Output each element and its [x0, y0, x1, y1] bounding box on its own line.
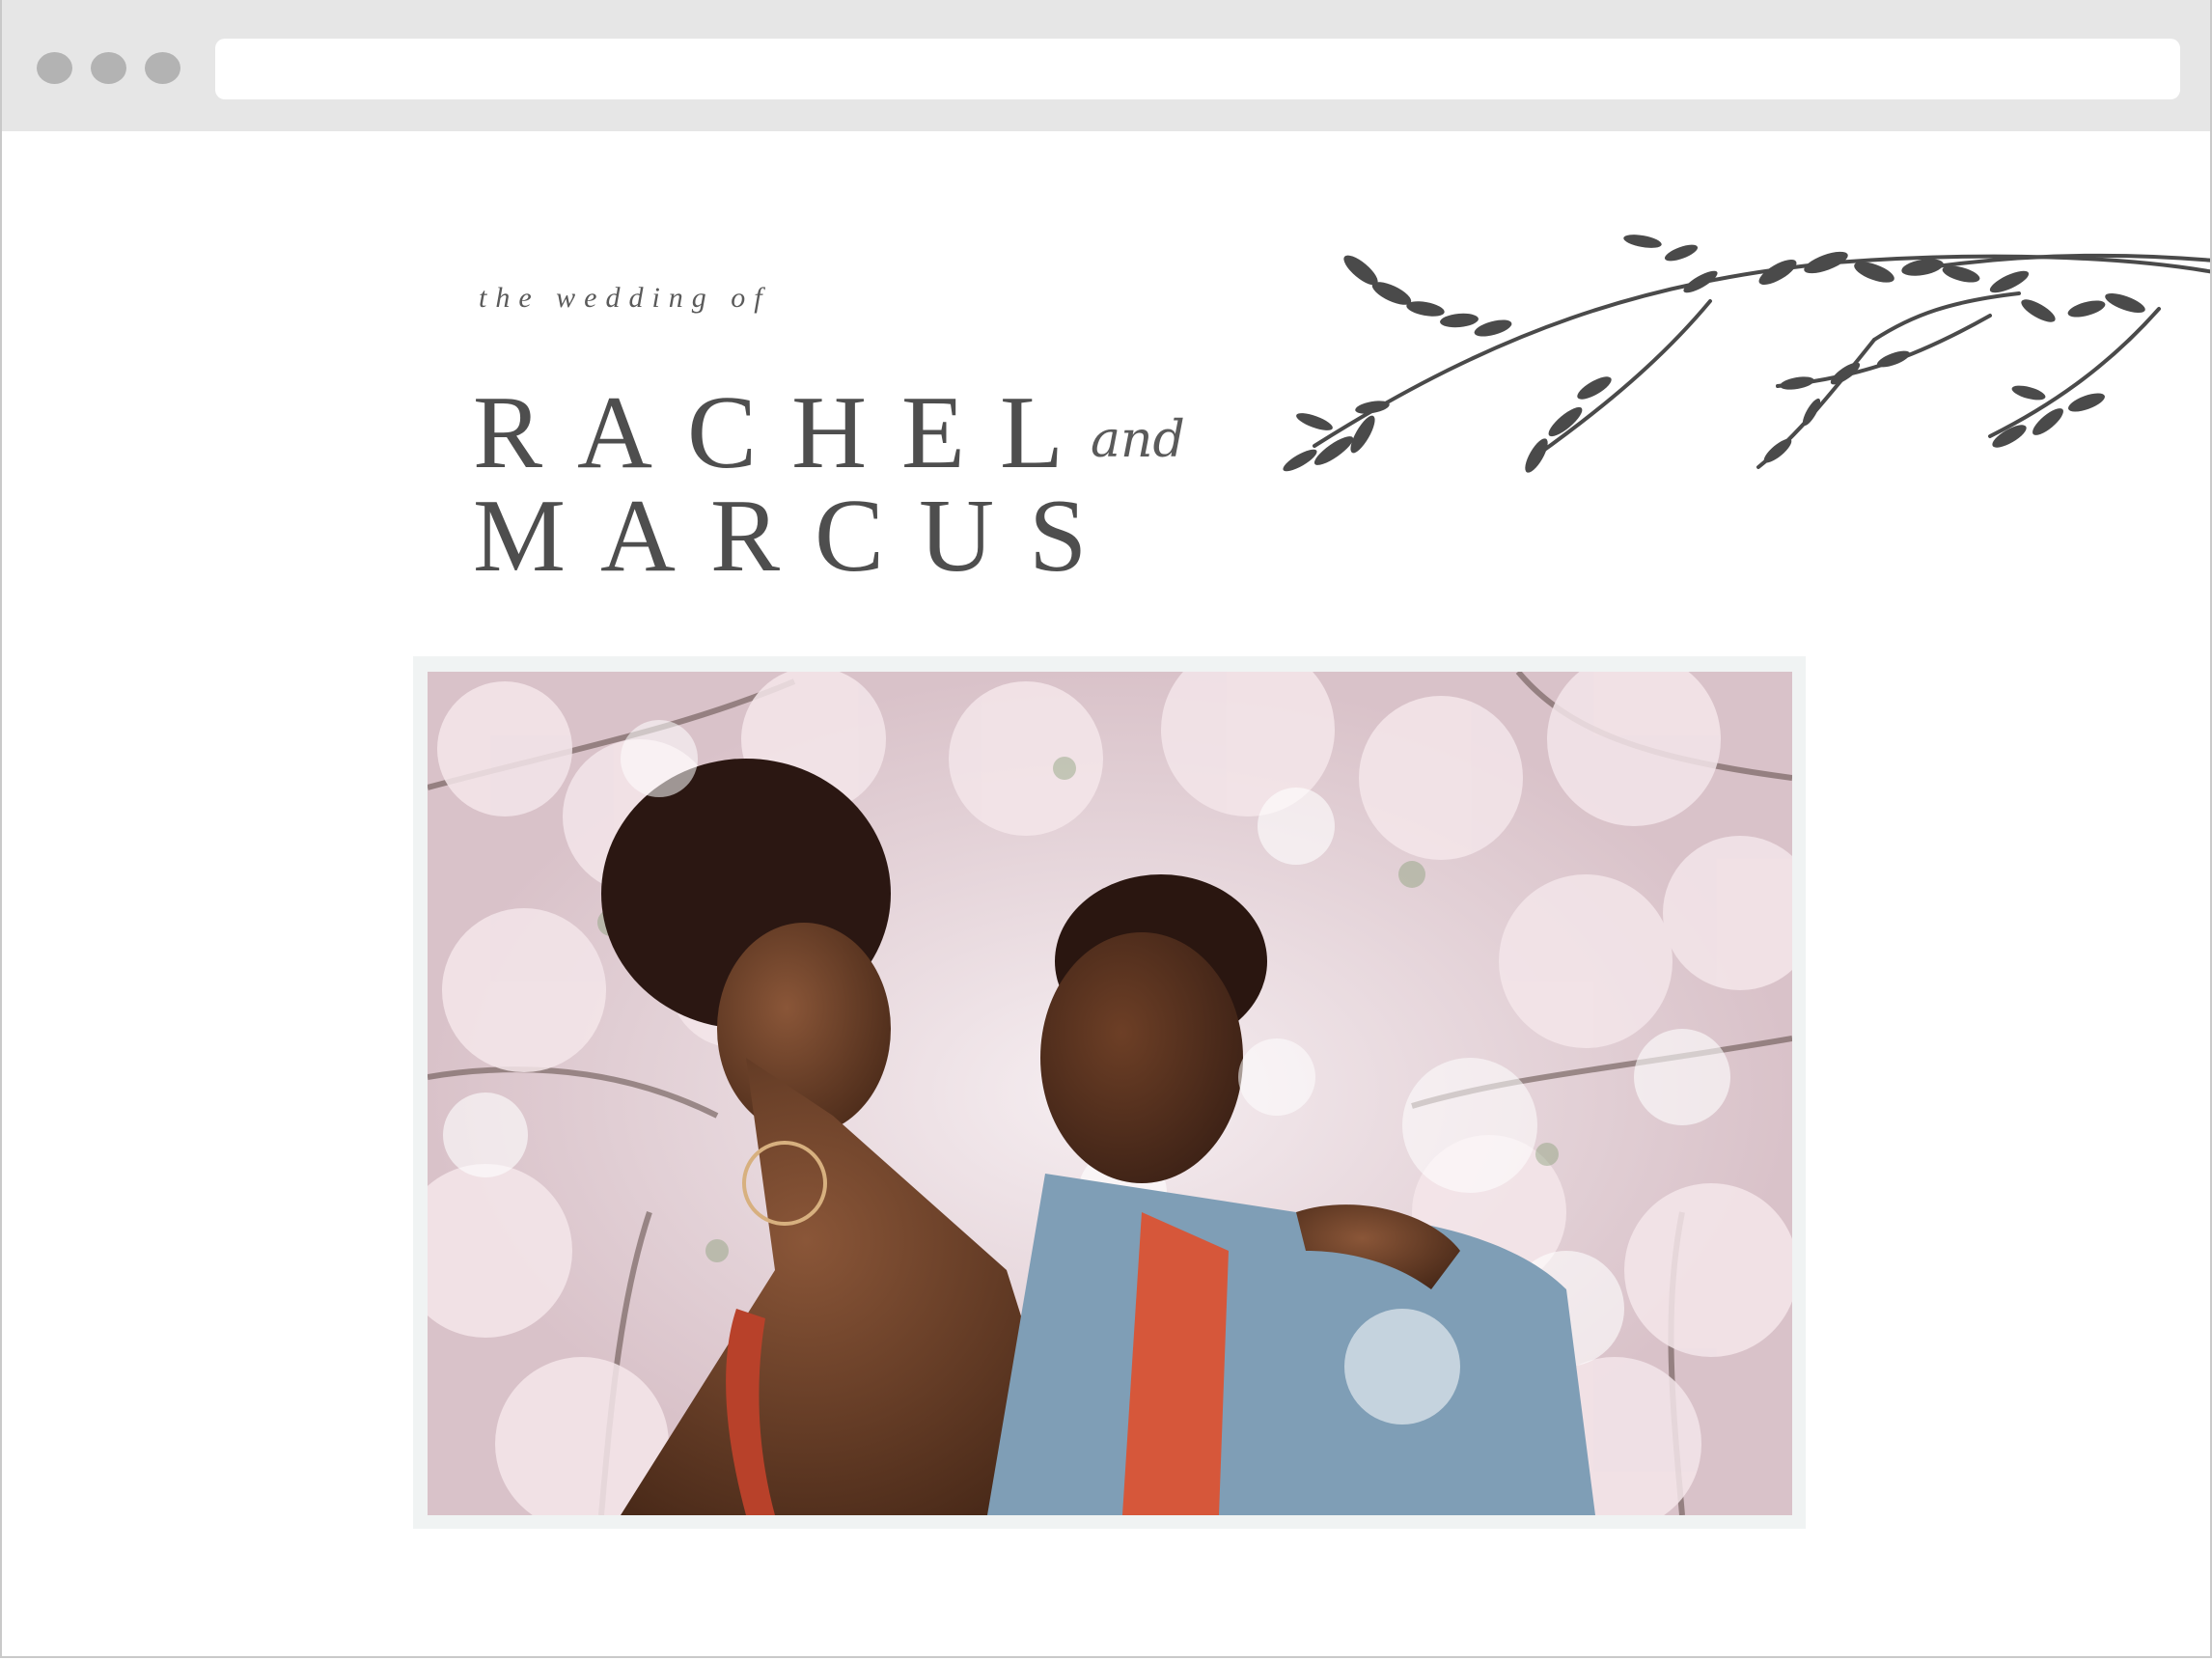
browser-window: the wedding of RACHEL and MARCUS — [0, 0, 2212, 1658]
close-window-button[interactable] — [37, 52, 72, 84]
first-name-heading: RACHEL — [473, 375, 1098, 490]
hero-kicker: the wedding of — [479, 282, 771, 314]
maximize-window-button[interactable] — [145, 52, 180, 84]
conjunction-script: and — [1091, 411, 1185, 469]
botanical-branch-illustration — [1283, 235, 2210, 473]
couple-photo-illustration — [428, 672, 1792, 1515]
address-bar[interactable] — [215, 39, 2180, 99]
browser-chrome — [2, 0, 2210, 131]
minimize-window-button[interactable] — [91, 52, 126, 84]
hero-photo — [428, 672, 1792, 1515]
second-name-heading: MARCUS — [473, 479, 1122, 594]
